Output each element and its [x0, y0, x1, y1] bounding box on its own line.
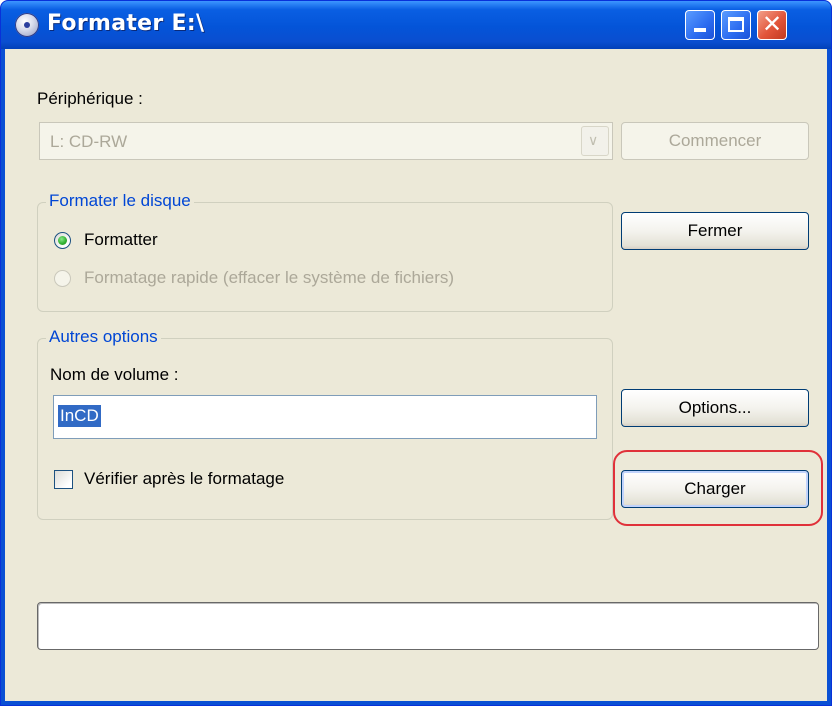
disc-icon [15, 13, 39, 37]
options-button[interactable]: Options... [621, 389, 809, 427]
volume-name-label: Nom de volume : [50, 365, 179, 384]
format-dialog-window: Formater E:\ ✕ Périphérique : L: CD-RW ∨… [0, 0, 832, 706]
maximize-button[interactable] [721, 10, 751, 40]
verify-after-format-checkbox[interactable] [54, 470, 73, 489]
format-full-label: Formatter [84, 230, 158, 249]
load-button[interactable]: Charger [621, 470, 809, 508]
format-full-radio[interactable] [54, 232, 71, 249]
start-button[interactable]: Commencer [621, 122, 809, 160]
device-select-value: L: CD-RW [50, 132, 128, 151]
format-disk-group: Formater le disque Formatter Formatage r… [37, 191, 613, 312]
close-button[interactable]: Fermer [621, 212, 809, 250]
maximize-icon [728, 17, 744, 32]
device-label: Périphérique : [37, 89, 143, 108]
volume-name-value: InCD [58, 405, 101, 427]
volume-name-input[interactable]: InCD [53, 395, 597, 439]
minimize-icon [694, 28, 706, 32]
minimize-button[interactable] [685, 10, 715, 40]
window-title: Formater E:\ [47, 11, 205, 36]
dialog-client-area: Périphérique : L: CD-RW ∨ Commencer Form… [5, 49, 827, 701]
chevron-down-icon: ∨ [588, 132, 599, 148]
close-icon: ✕ [761, 10, 783, 38]
close-window-button[interactable]: ✕ [757, 10, 787, 40]
format-quick-radio[interactable] [54, 270, 71, 287]
device-select-dropdown-button[interactable]: ∨ [581, 126, 609, 156]
format-quick-label: Formatage rapide (effacer le système de … [84, 268, 455, 287]
title-bar[interactable]: Formater E:\ ✕ [1, 1, 831, 49]
other-options-group-title: Autres options [46, 327, 161, 347]
verify-after-format-label: Vérifier après le formatage [84, 469, 285, 488]
device-select[interactable]: L: CD-RW ∨ [39, 122, 613, 160]
format-progress-bar [37, 602, 819, 650]
format-disk-group-title: Formater le disque [46, 191, 194, 211]
